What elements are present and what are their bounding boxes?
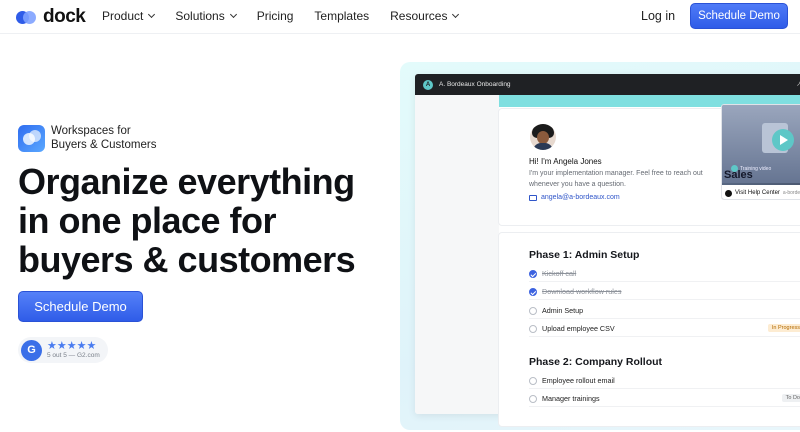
nav-product-label: Product bbox=[102, 9, 144, 23]
video-title: Sales bbox=[724, 169, 753, 181]
mail-icon bbox=[529, 194, 537, 201]
task-label: Download workflow rules bbox=[542, 287, 622, 296]
nav-product[interactable]: Product bbox=[102, 9, 156, 23]
nav-schedule-demo-button[interactable]: Schedule Demo bbox=[690, 3, 788, 29]
nav-templates[interactable]: Templates bbox=[314, 9, 369, 23]
intro-email-text: angela@a-bordeaux.com bbox=[541, 194, 620, 201]
chevron-down-icon bbox=[148, 10, 156, 19]
task-row[interactable]: Download workflow rules bbox=[529, 284, 800, 300]
hero-title-line2: in one place for bbox=[18, 200, 277, 241]
logo-text: dock bbox=[43, 6, 86, 27]
badge-line2: Buyers & Customers bbox=[51, 139, 157, 151]
task-row[interactable]: Upload employee CSV In Progress bbox=[529, 321, 800, 337]
play-icon[interactable] bbox=[772, 129, 794, 151]
nav-solutions-label: Solutions bbox=[175, 9, 225, 23]
mockup-titlebar: A A. Bordeaux Onboarding ↗ bbox=[415, 74, 800, 95]
nav-links: Product Solutions Pricing Templates Reso… bbox=[102, 9, 479, 23]
top-nav: dock Product Solutions Pricing Templates… bbox=[0, 0, 800, 34]
status-badge: To Do bbox=[781, 394, 800, 402]
chevron-down-icon bbox=[452, 10, 460, 19]
hero-title-line3: buyers & customers bbox=[18, 239, 356, 280]
phase1-title: Phase 1: Admin Setup bbox=[529, 249, 640, 261]
task-label: Admin Setup bbox=[542, 306, 584, 315]
checkbox-checked-icon[interactable] bbox=[529, 269, 537, 278]
intro-description: I'm your implementation manager. Feel fr… bbox=[529, 170, 703, 188]
task-row[interactable]: Kickoff call bbox=[529, 266, 800, 282]
nav-pricing-label: Pricing bbox=[256, 9, 294, 23]
task-label: Employee rollout email bbox=[542, 376, 615, 385]
status-badge: In Progress bbox=[767, 324, 800, 332]
badge-text: Workspaces for Buyers & Customers bbox=[51, 124, 156, 152]
nav-solutions[interactable]: Solutions bbox=[175, 9, 237, 23]
task-label: Manager trainings bbox=[542, 394, 600, 403]
workspace-avatar: A bbox=[423, 79, 433, 90]
training-video[interactable]: Training video Sales Visit Help Center a… bbox=[721, 104, 800, 200]
mockup-sidebar bbox=[415, 95, 499, 414]
arrow-icon: ↗ bbox=[796, 81, 800, 88]
phase2-title: Phase 2: Company Rollout bbox=[529, 356, 663, 368]
checkbox-icon[interactable] bbox=[529, 324, 537, 333]
dock-logo[interactable]: dock bbox=[16, 6, 86, 28]
hero-title: Organize everything in one place for buy… bbox=[18, 162, 378, 279]
checkbox-icon[interactable] bbox=[529, 376, 537, 385]
star-rating: ★★★★★ bbox=[47, 339, 97, 352]
angela-avatar bbox=[530, 124, 556, 150]
nav-resources-label: Resources bbox=[390, 9, 448, 23]
help-icon bbox=[725, 189, 732, 197]
login-link[interactable]: Log in bbox=[641, 9, 675, 23]
task-label: Upload employee CSV bbox=[542, 324, 615, 333]
chevron-down-icon bbox=[229, 10, 237, 19]
task-row[interactable]: Employee rollout email bbox=[529, 373, 800, 389]
task-row[interactable]: Admin Setup bbox=[529, 303, 800, 319]
rating-text: 5 out 5 — G2.com bbox=[47, 351, 100, 359]
nav-templates-label: Templates bbox=[314, 9, 370, 23]
intro-email[interactable]: angela@a-bordeaux.com bbox=[529, 194, 620, 201]
help-center-label: Visit Help Center bbox=[735, 190, 780, 196]
dock-logo-icon bbox=[16, 9, 38, 25]
workspace-title: A. Bordeaux Onboarding bbox=[439, 81, 511, 88]
nav-pricing[interactable]: Pricing bbox=[257, 9, 294, 23]
intro-name: Hi! I'm Angela Jones bbox=[529, 157, 602, 166]
g2-rating-badge[interactable]: G ★★★★★ 5 out 5 — G2.com bbox=[18, 337, 108, 363]
task-label: Kickoff call bbox=[542, 269, 577, 278]
help-center-link[interactable]: Visit Help Center a-borde bbox=[722, 185, 800, 199]
workspaces-badge: Workspaces for Buyers & Customers bbox=[18, 124, 156, 152]
checkbox-icon[interactable] bbox=[529, 394, 537, 403]
help-center-sub: a-borde bbox=[782, 190, 800, 196]
workspaces-icon bbox=[18, 124, 45, 152]
hero-title-line1: Organize everything bbox=[18, 161, 355, 202]
task-row[interactable]: Manager trainings To Do bbox=[529, 391, 800, 407]
checkbox-icon[interactable] bbox=[529, 306, 537, 315]
hero-schedule-demo-button[interactable]: Schedule Demo bbox=[18, 291, 143, 322]
badge-line1: Workspaces for bbox=[51, 125, 131, 137]
g2-icon: G bbox=[21, 339, 42, 361]
checkbox-checked-icon[interactable] bbox=[529, 287, 537, 296]
nav-resources[interactable]: Resources bbox=[390, 9, 460, 23]
